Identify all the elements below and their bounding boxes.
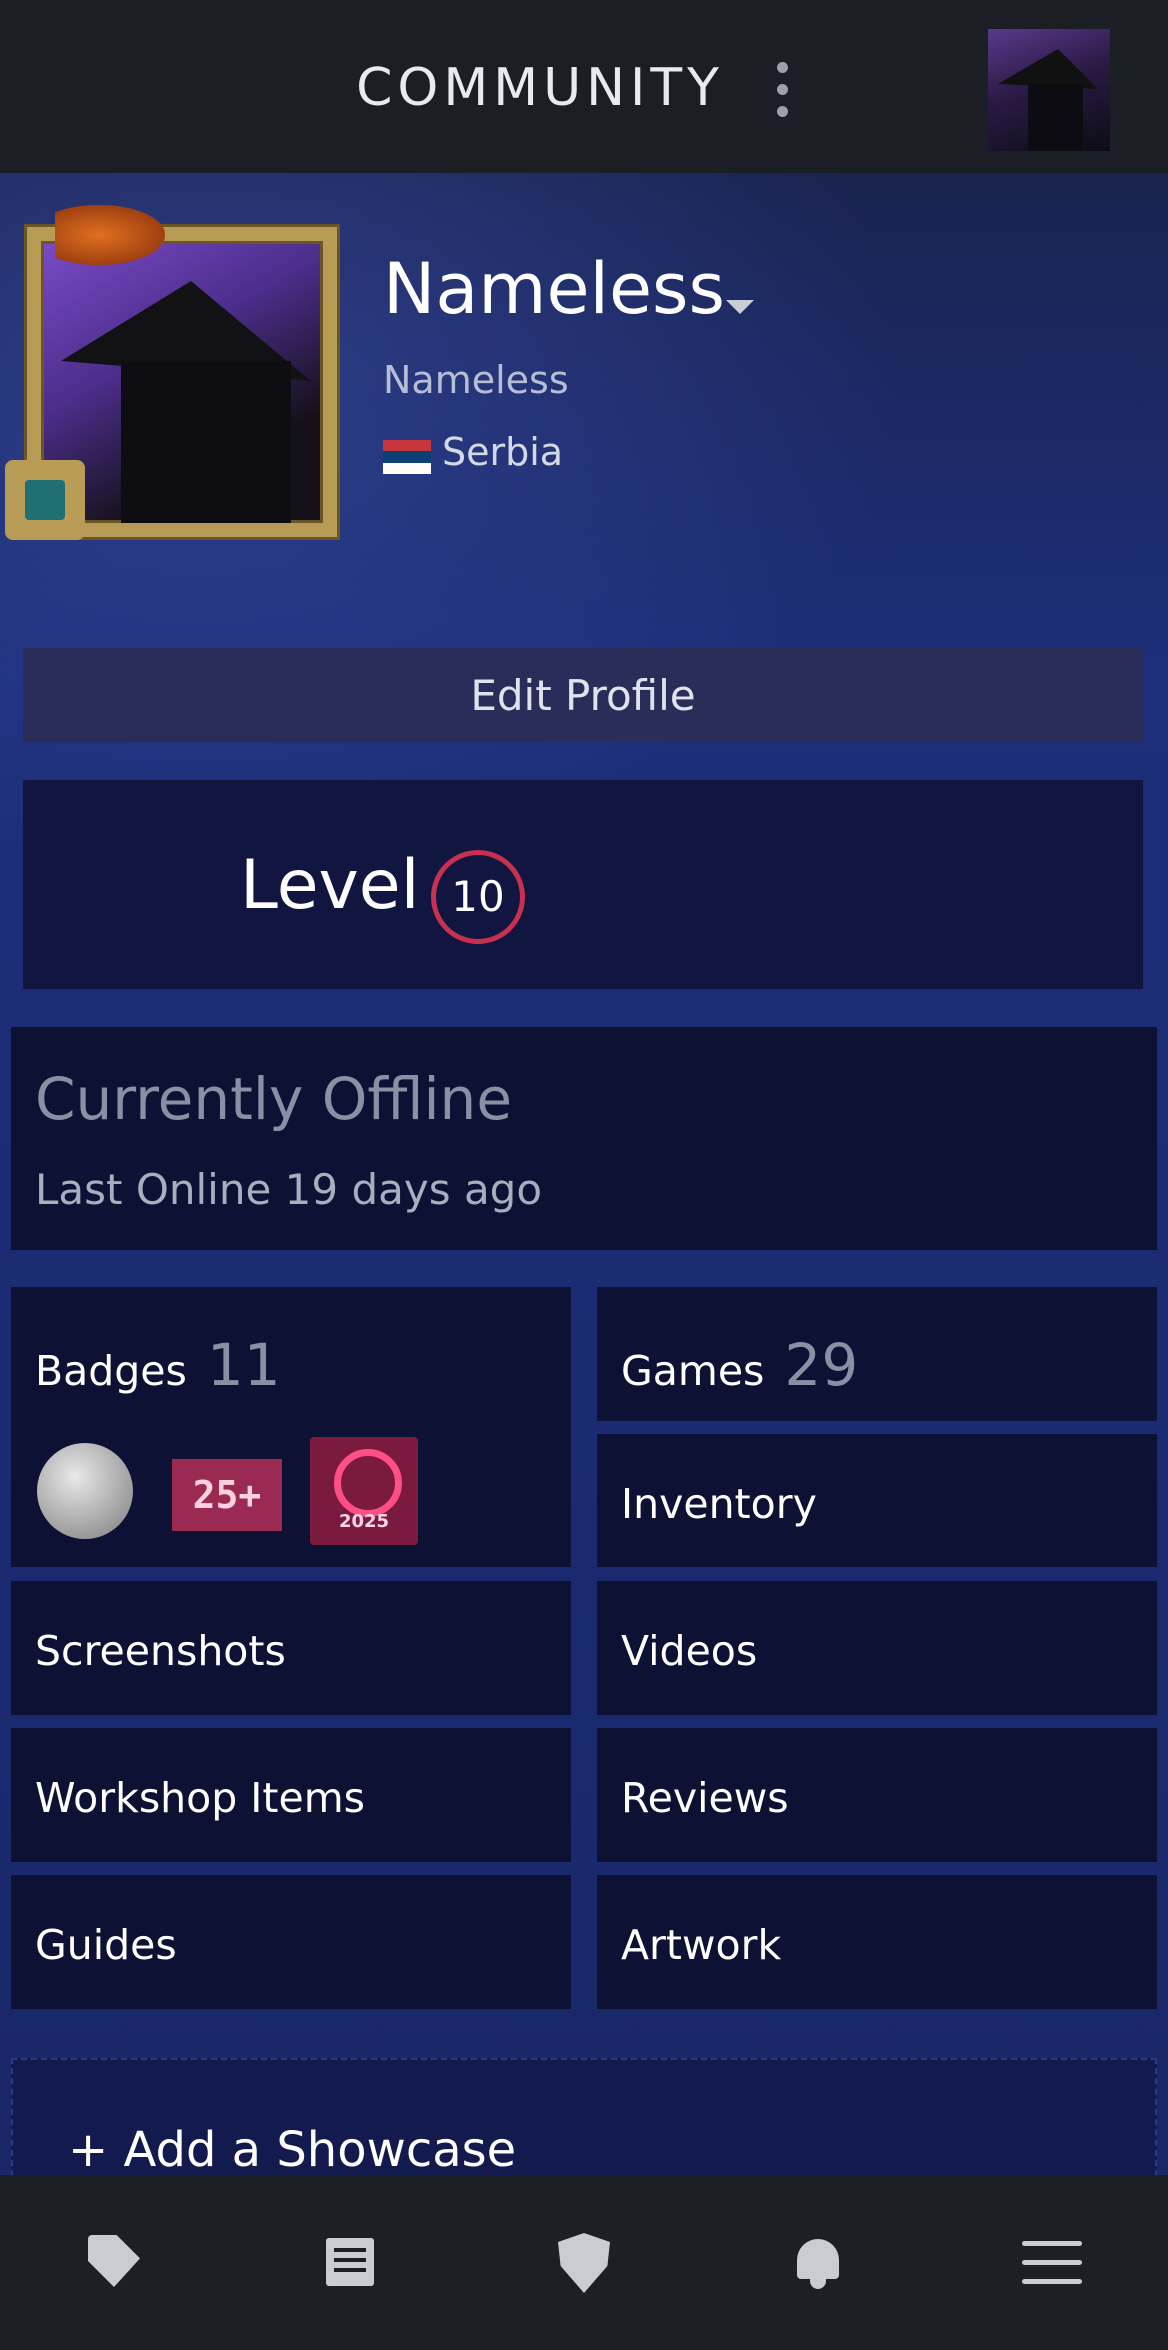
games-count: 29: [784, 1331, 859, 1399]
games-label: Games: [621, 1347, 765, 1395]
top-bar: COMMUNITY: [0, 0, 1168, 173]
menu-icon[interactable]: [1022, 2241, 1082, 2285]
steam-logo-icon: [334, 1449, 402, 1517]
reviews-label: Reviews: [621, 1774, 789, 1822]
workshop-items-label: Workshop Items: [35, 1774, 366, 1822]
videos-tile[interactable]: Videos: [597, 1581, 1157, 1715]
badges-count: 11: [206, 1331, 281, 1399]
status-state: Currently Offline: [35, 1065, 512, 1133]
online-status: Currently Offline Last Online 19 days ag…: [11, 1027, 1157, 1250]
last-online: Last Online 19 days ago: [35, 1165, 543, 1214]
dragon-icon: [55, 205, 165, 265]
videos-label: Videos: [621, 1627, 758, 1675]
workshop-items-tile[interactable]: Workshop Items: [11, 1728, 571, 1862]
add-showcase-label: + Add a Showcase: [68, 2122, 517, 2178]
profile-name: Nameless: [383, 248, 725, 330]
edit-profile-button[interactable]: Edit Profile: [23, 648, 1143, 742]
bottom-nav: [0, 2175, 1168, 2350]
gem-icon: [5, 460, 85, 540]
badges-label-row: Badges 11: [35, 1331, 281, 1399]
artwork-tile[interactable]: Artwork: [597, 1875, 1157, 2009]
serbia-flag-icon: [383, 440, 431, 474]
profile-avatar: [5, 205, 355, 550]
level-label: Level: [240, 846, 420, 925]
screenshots-tile[interactable]: Screenshots: [11, 1581, 571, 1715]
reviews-tile[interactable]: Reviews: [597, 1728, 1157, 1862]
chevron-down-icon[interactable]: [726, 300, 754, 314]
guides-label: Guides: [35, 1921, 177, 1969]
page-title: COMMUNITY: [356, 58, 724, 118]
years-badge-icon[interactable]: 25+: [172, 1459, 282, 1531]
more-options-icon[interactable]: [770, 62, 794, 118]
badge-year: 2025: [338, 1511, 390, 1532]
user-avatar[interactable]: [988, 29, 1110, 151]
inventory-label: Inventory: [621, 1480, 817, 1528]
games-tile[interactable]: Games 29: [597, 1287, 1157, 1421]
bell-icon[interactable]: [793, 2233, 843, 2291]
steam-2025-badge-icon[interactable]: 2025: [310, 1437, 418, 1545]
profile-real-name: Nameless: [383, 358, 569, 402]
level-badge: 10: [431, 850, 525, 944]
tag-icon[interactable]: [88, 2235, 140, 2287]
shield-icon[interactable]: [558, 2233, 610, 2293]
artwork-label: Artwork: [621, 1921, 782, 1969]
badges-tile[interactable]: Badges 11 25+ 2025: [11, 1287, 571, 1567]
games-label-row: Games 29: [621, 1331, 858, 1399]
coin-badge-icon[interactable]: [37, 1443, 133, 1539]
badges-label: Badges: [35, 1347, 187, 1395]
screenshots-label: Screenshots: [35, 1627, 286, 1675]
inventory-tile[interactable]: Inventory: [597, 1434, 1157, 1567]
news-icon[interactable]: [326, 2238, 374, 2286]
profile-country: Serbia: [442, 430, 564, 474]
level-box[interactable]: Level 10: [23, 780, 1143, 989]
guides-tile[interactable]: Guides: [11, 1875, 571, 2009]
